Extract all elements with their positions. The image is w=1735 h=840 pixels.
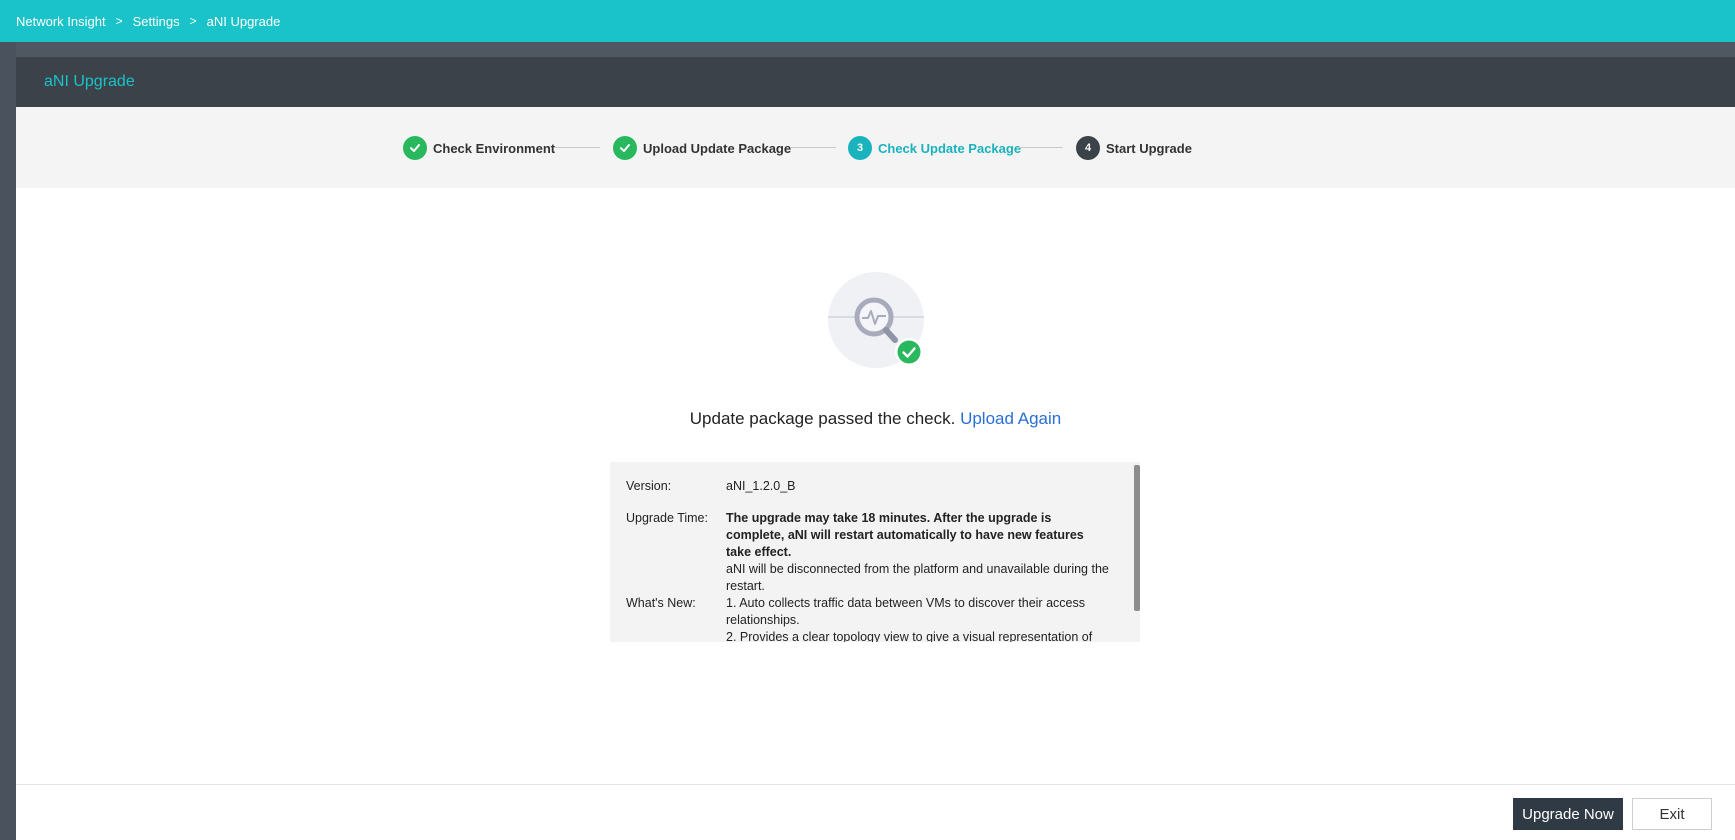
step-label: Check Update Package — [878, 140, 1022, 156]
header-spacer — [16, 42, 1735, 57]
check-icon — [613, 136, 637, 160]
step-label: Start Upgrade — [1106, 140, 1192, 156]
upgrade-time-warning: The upgrade may take 18 minutes. After t… — [726, 511, 1084, 559]
left-rail — [0, 42, 16, 840]
upgrade-time-note: aNI will be disconnected from the platfo… — [726, 562, 1109, 593]
step-connector — [790, 147, 836, 148]
package-details[interactable]: Version: aNI_1.2.0_B Upgrade Time: The u… — [610, 462, 1140, 642]
upgrade-now-button[interactable]: Upgrade Now — [1513, 798, 1623, 830]
page-header: aNI Upgrade — [16, 57, 1735, 107]
detail-row-version: Version: aNI_1.2.0_B — [626, 478, 1110, 495]
step-connector — [1017, 147, 1063, 148]
upgrade-stepper: Check Environment Upload Update Package … — [16, 107, 1735, 188]
step-number-badge: 3 — [848, 136, 872, 160]
magnifier-check-icon — [828, 272, 924, 368]
breadcrumb-item-ani-upgrade: aNI Upgrade — [206, 13, 281, 29]
step-connector — [554, 147, 600, 148]
check-icon — [403, 136, 427, 160]
breadcrumb: Network Insight > Settings > aNI Upgrade — [0, 0, 1735, 42]
check-status: Update package passed the check. Upload … — [16, 409, 1735, 429]
step-start-upgrade: 4 Start Upgrade — [1076, 136, 1192, 160]
version-label: Version: — [626, 479, 672, 493]
step-check-update-package: 3 Check Update Package — [848, 136, 1021, 160]
detail-row-upgrade-time: Upgrade Time: The upgrade may take 18 mi… — [626, 510, 1110, 595]
main-content: Update package passed the check. Upload … — [16, 188, 1735, 784]
step-upload-update-package: Upload Update Package — [613, 136, 791, 160]
step-check-environment: Check Environment — [403, 136, 555, 160]
breadcrumb-separator: > — [115, 14, 123, 28]
upgrade-time-label: Upgrade Time: — [626, 511, 708, 525]
breadcrumb-separator: > — [189, 14, 197, 28]
step-label: Check Environment — [433, 140, 556, 156]
exit-button[interactable]: Exit — [1632, 798, 1712, 830]
breadcrumb-item-settings[interactable]: Settings — [133, 14, 180, 29]
version-value: aNI_1.2.0_B — [726, 479, 796, 493]
action-footer: Upgrade Now Exit — [16, 784, 1735, 840]
whats-new-item: 1. Auto collects traffic data between VM… — [726, 596, 1085, 627]
step-label: Upload Update Package — [643, 140, 792, 156]
status-message: Update package passed the check. — [689, 409, 956, 428]
step-number-badge: 4 — [1076, 136, 1100, 160]
details-scrollbar[interactable] — [1134, 465, 1140, 611]
whats-new-item: 2. Provides a clear topology view to giv… — [726, 630, 1093, 642]
breadcrumb-item-network-insight[interactable]: Network Insight — [16, 14, 106, 29]
package-check-illustration — [827, 272, 937, 382]
whats-new-label: What's New: — [626, 596, 696, 610]
page-title: aNI Upgrade — [44, 73, 135, 90]
upload-again-link[interactable]: Upload Again — [960, 409, 1061, 428]
detail-row-whats-new: What's New: 1. Auto collects traffic dat… — [626, 595, 1110, 642]
